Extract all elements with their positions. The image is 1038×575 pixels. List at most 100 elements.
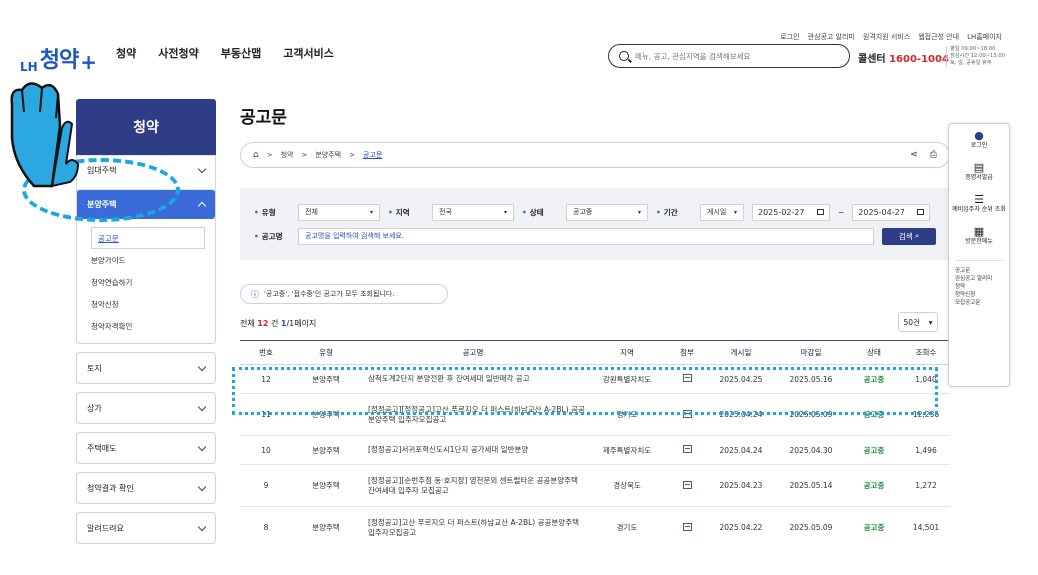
region-select[interactable]: 전국 ▾ <box>432 203 514 221</box>
page-title: 공고문 <box>240 108 287 128</box>
cell-deadline: 2025.05.09 <box>776 506 846 546</box>
date-from-input[interactable]: 2025-02-27 <box>752 203 830 221</box>
recent-menu-list: 공고문 관심공고 알리미 청약 청약신청 모집공고문 <box>955 260 1003 307</box>
search-button-label: 검색 <box>898 231 913 241</box>
cell-title-link[interactable]: [정정공고][순번추첨 동·호지정] 영천문외 센트럴타운 공공분양주택 잔여세… <box>360 464 586 507</box>
cell-title-link[interactable]: [정정공고]서귀포혁신도시1단지 공가세대 일반분양 <box>360 435 586 465</box>
cell-attachment[interactable] <box>668 464 706 507</box>
submenu-item-practice[interactable]: 청약연습하기 <box>91 271 205 293</box>
notice-name-input[interactable]: 공고명을 입력하여 검색해 보세요. <box>298 227 874 245</box>
call-center: 콜센터 1600-1004 <box>858 50 949 65</box>
type-select[interactable]: 전체 ▾ <box>298 203 380 221</box>
filter-region-label: 지역 <box>388 207 424 218</box>
quick-item-label: 예비입주자 순위 조회 <box>952 206 1006 213</box>
gnb-item-pre-cheongyak[interactable]: 사전청약 <box>158 45 198 61</box>
status-select[interactable]: 공고중 ▾ <box>566 203 648 221</box>
recent-menu-item[interactable]: 청약신청 <box>955 291 1003 299</box>
sidebar-item-box: 청약결과 확인 <box>76 472 216 504</box>
cell-no: 9 <box>240 464 292 507</box>
notice-name-placeholder: 공고명을 입력하여 검색해 보세요. <box>305 232 405 240</box>
breadcrumb-tools: ⋖ ⎙ <box>910 150 937 160</box>
grid-icon: ▦ <box>973 225 985 238</box>
file-icon <box>682 522 692 531</box>
breadcrumb-item[interactable]: 분양주택 <box>315 150 341 160</box>
sidebar-item-house-sale[interactable]: 주택매도 <box>77 433 215 463</box>
sidebar-item-label: 상가 <box>87 403 102 413</box>
calendar-icon[interactable] <box>817 209 824 215</box>
recent-menu-item[interactable]: 청약 <box>955 283 1003 291</box>
call-center-hours: 평일 09:00~18:00 점심시간 12:00~13:00 토, 일, 공휴… <box>946 46 1005 67</box>
column-header: 번호 <box>240 340 292 365</box>
submenu-item-apply[interactable]: 청약신청 <box>91 293 205 315</box>
sidebar-item-box: 토지 <box>76 352 216 384</box>
sidebar-item-label: 주택매도 <box>87 443 117 453</box>
breadcrumb-current[interactable]: 공고문 <box>363 150 382 160</box>
quick-item-certificate[interactable]: ▤ 증명서발급 <box>949 162 1009 182</box>
highlight-row-box <box>232 367 938 415</box>
sidebar-item-shop[interactable]: 상가 <box>77 393 215 423</box>
sidebar-item-land[interactable]: 토지 <box>77 353 215 383</box>
date-from-value: 2025-02-27 <box>758 207 805 217</box>
dropdown-arrow-icon: ▾ <box>503 208 507 216</box>
search-filter: 유형 전체 ▾ 지역 전국 ▾ 상태 공고중 ▾ 기간 게시일 ▾ 2025-0… <box>240 188 950 260</box>
utility-accessibility-link[interactable]: 웹접근성 안내 <box>918 32 959 42</box>
call-center-number: 1600-1004 <box>889 54 949 65</box>
cell-status: 공고중 <box>846 464 902 507</box>
type-select-value: 전체 <box>305 208 318 216</box>
share-icon[interactable]: ⋖ <box>910 150 918 160</box>
utility-lh-home-link[interactable]: LH홈페이지 <box>967 32 1002 42</box>
recent-menu-item[interactable]: 모집공고문 <box>955 299 1003 307</box>
gnb-item-cheongyak[interactable]: 청약 <box>116 45 136 61</box>
browser-viewport: 로그인 관심공고 알리미 원격지원 서비스 웹접근성 안내 LH홈페이지 LH … <box>14 26 1014 546</box>
sidebar-submenu: 공고문 분양가이드 청약연습하기 청약신청 청약자격확인 <box>77 223 215 343</box>
search-input[interactable]: 메뉴, 공고, 관심지역을 검색해보세요 <box>608 44 850 68</box>
table-row[interactable]: 10 분양주택 [정정공고]서귀포혁신도시1단지 공가세대 일반분양 제주특별자… <box>240 435 950 465</box>
cell-status: 공고중 <box>846 506 902 546</box>
cell-title-link[interactable]: [정정공고]고산 푸르지오 더 퍼스트(하남교산 A-2BL) 공공분양주택 입… <box>360 506 586 546</box>
quick-menu: ● 로그인 ▤ 증명서발급 ☰ 예비입주자 순위 조회 ▦ 방문한메뉴 공고문 … <box>948 123 1010 387</box>
quick-item-visited[interactable]: ▦ 방문한메뉴 <box>949 225 1009 246</box>
period-type-value: 게시일 <box>707 208 727 216</box>
period-type-select[interactable]: 게시일 ▾ <box>700 203 744 221</box>
chevron-down-icon <box>197 522 207 531</box>
sidebar-item-announcements[interactable]: 알려드려요 <box>77 513 215 543</box>
cell-region: 제주특별자치도 <box>586 435 668 465</box>
submenu-item-notice[interactable]: 공고문 <box>91 227 205 249</box>
search-button[interactable]: 검색 ⌕ <box>882 227 936 245</box>
recent-menu-item[interactable]: 관심공고 알리미 <box>955 275 1003 283</box>
table-row[interactable]: 9 분양주택 [정정공고][순번추첨 동·호지정] 영천문외 센트럴타운 공공분… <box>240 464 950 507</box>
cell-attachment[interactable] <box>668 506 706 546</box>
date-to-input[interactable]: 2025-04-27 <box>852 203 931 221</box>
cell-views: 1,496 <box>902 435 950 465</box>
submenu-item-guide[interactable]: 분양가이드 <box>91 249 205 271</box>
recent-menu-item[interactable]: 공고문 <box>955 267 1003 275</box>
home-icon[interactable]: ⌂ <box>253 150 259 160</box>
submenu-item-eligibility[interactable]: 청약자격확인 <box>91 315 205 337</box>
breadcrumb-separator: > <box>266 151 273 159</box>
cell-type: 분양주택 <box>292 435 360 465</box>
utility-remote-link[interactable]: 원격지원 서비스 <box>863 32 910 42</box>
print-icon[interactable]: ⎙ <box>930 150 937 160</box>
utility-login-link[interactable]: 로그인 <box>780 32 799 42</box>
table-row[interactable]: 8 분양주택 [정정공고]고산 푸르지오 더 퍼스트(하남교산 A-2BL) 공… <box>240 506 950 546</box>
quick-item-waitlist[interactable]: ☰ 예비입주자 순위 조회 <box>949 194 1009 214</box>
sidebar-item-result[interactable]: 청약결과 확인 <box>77 473 215 503</box>
sidebar-item-box: 상가 <box>76 392 216 424</box>
file-icon <box>682 480 692 489</box>
dropdown-arrow-icon: ▾ <box>637 208 641 216</box>
utility-alert-link[interactable]: 관심공고 알리미 <box>808 32 855 42</box>
per-page-select[interactable]: 50건 ▾ <box>898 312 938 332</box>
chevron-down-icon <box>197 362 207 371</box>
quick-item-login[interactable]: ● 로그인 <box>949 130 1009 150</box>
calendar-icon[interactable] <box>917 209 925 215</box>
hours-holiday: 토, 일, 공휴일 휴무 <box>950 60 992 66</box>
gnb-item-customer-service[interactable]: 고객서비스 <box>283 45 334 61</box>
cell-type: 분양주택 <box>292 506 360 546</box>
cell-attachment[interactable] <box>668 435 706 465</box>
breadcrumb-item[interactable]: 청약 <box>281 150 294 160</box>
dropdown-arrow-icon: ▾ <box>733 208 737 216</box>
gnb-item-real-estate-map[interactable]: 부동산맵 <box>221 45 261 61</box>
sidebar-item-label: 알려드려요 <box>87 523 124 533</box>
table-header-row: 번호 유형 공고명 지역 첨부 게시일 마감일 상태 조회수 <box>240 340 950 365</box>
pointing-hand-icon <box>10 82 80 188</box>
